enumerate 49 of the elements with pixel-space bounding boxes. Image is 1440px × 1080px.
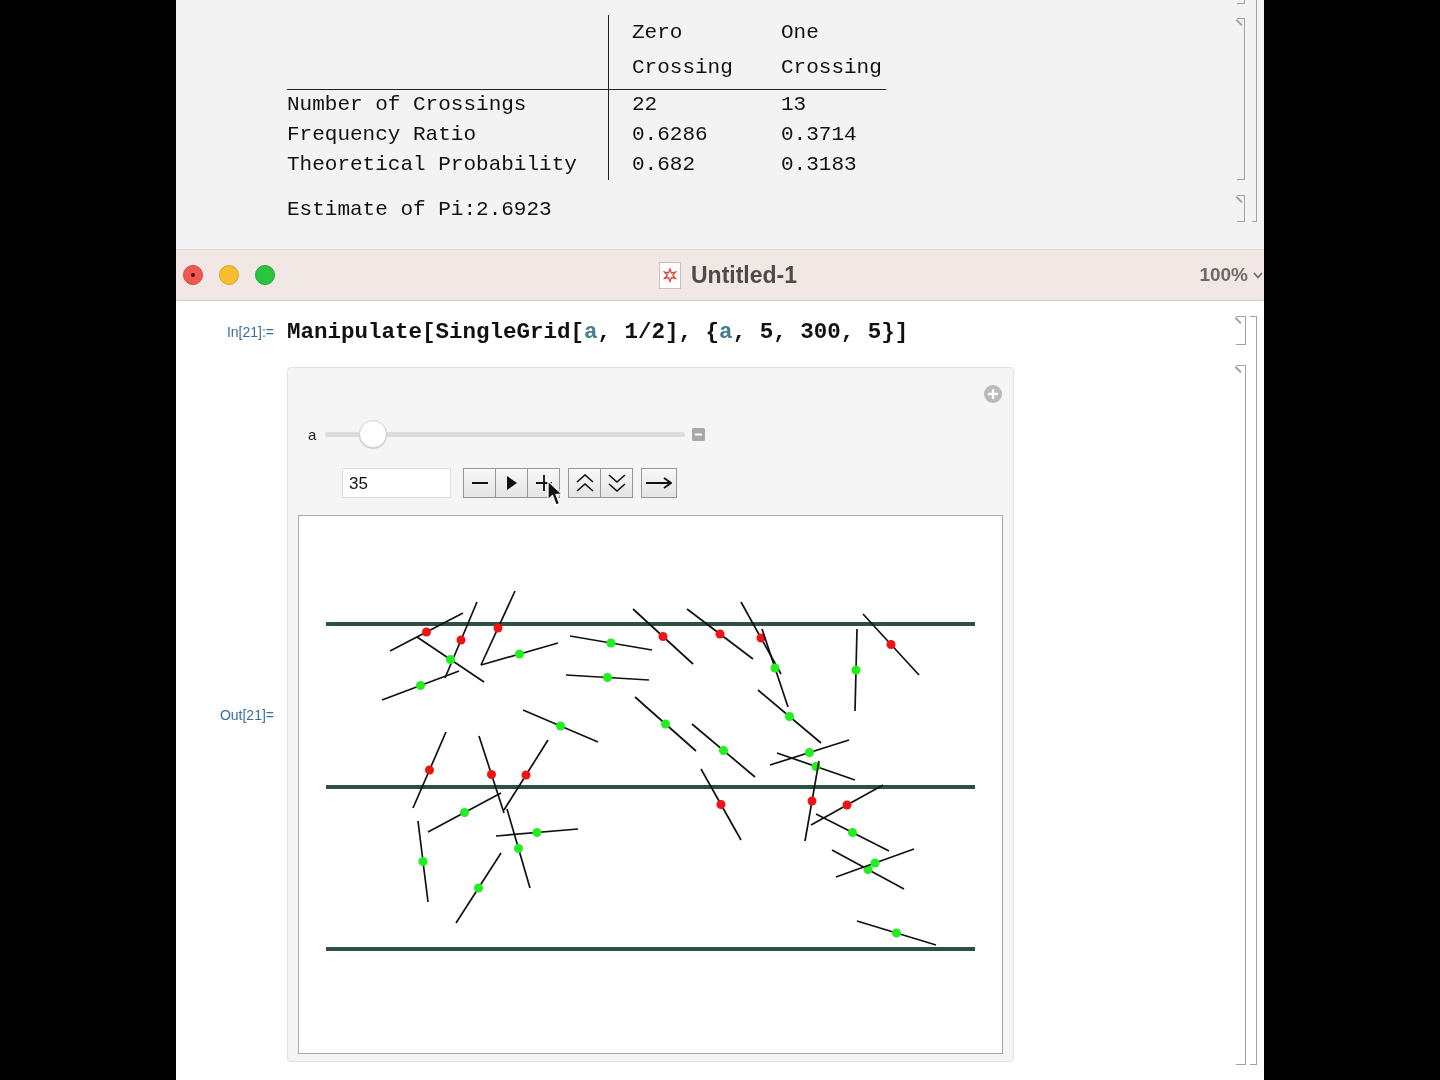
value-field[interactable]: 35 — [342, 468, 451, 498]
decrement-button[interactable] — [463, 468, 496, 498]
code-input[interactable]: Manipulate[SingleGrid[a, 1/2], {a, 5, 300, 5}] — [287, 316, 909, 348]
slider-thumb[interactable] — [358, 420, 387, 448]
table-cell: 13 — [781, 89, 886, 120]
double-chevron-up-icon — [575, 474, 594, 492]
minimize-button[interactable] — [219, 265, 239, 285]
column-header: Zero Crossing — [632, 20, 733, 81]
slower-button[interactable] — [600, 468, 633, 498]
needle — [455, 852, 502, 924]
cell-group-bracket[interactable] — [1252, 0, 1257, 222]
cell-group-bracket[interactable] — [1250, 316, 1257, 1065]
double-chevron-down-icon — [607, 474, 626, 492]
minus-icon — [471, 482, 488, 484]
variable-label: a — [308, 425, 318, 443]
plus-icon — [535, 475, 552, 491]
row-header: Frequency Ratio — [287, 120, 609, 150]
row-header: Theoretical Probability — [287, 150, 609, 180]
document-icon — [658, 261, 681, 289]
table-cell: 0.6286 — [608, 120, 781, 150]
zoom-menu[interactable]: 100% — [1199, 264, 1263, 286]
minus-square-icon[interactable] — [692, 427, 705, 441]
estimate-text: Estimate of Pi:2.6923 — [287, 197, 552, 223]
direction-button[interactable] — [641, 468, 677, 498]
faster-button[interactable] — [568, 468, 601, 498]
cell-bracket[interactable] — [1236, 365, 1246, 1065]
chevron-down-icon — [1253, 271, 1263, 279]
output-label: Out[21]= — [219, 706, 274, 725]
mouse-pointer-icon — [547, 480, 564, 507]
close-button[interactable] — [183, 265, 203, 285]
slider-track[interactable] — [325, 420, 685, 448]
column-header: One Crossing — [781, 20, 882, 81]
table-cell-text: 0.3714 — [781, 122, 858, 148]
table-cell: 22 — [608, 89, 781, 120]
arrow-right-icon — [646, 477, 672, 489]
cell-bracket[interactable] — [1237, 0, 1245, 4]
play-button[interactable] — [495, 468, 528, 498]
needle — [634, 696, 697, 752]
row-header: Number of Crossings — [287, 89, 609, 120]
cell-bracket[interactable] — [1237, 18, 1245, 180]
input-label: In[21]:= — [226, 323, 274, 342]
cell-bracket[interactable] — [1237, 195, 1245, 222]
play-icon — [506, 476, 517, 490]
table-cell-text: 0.3183 — [781, 152, 858, 178]
plus-circle-icon[interactable] — [984, 385, 1002, 403]
cell-bracket[interactable] — [1236, 316, 1246, 345]
window-title: Untitled-1 — [690, 261, 798, 289]
table-cell: 0.682 — [608, 150, 781, 180]
maximize-button[interactable] — [255, 265, 275, 285]
